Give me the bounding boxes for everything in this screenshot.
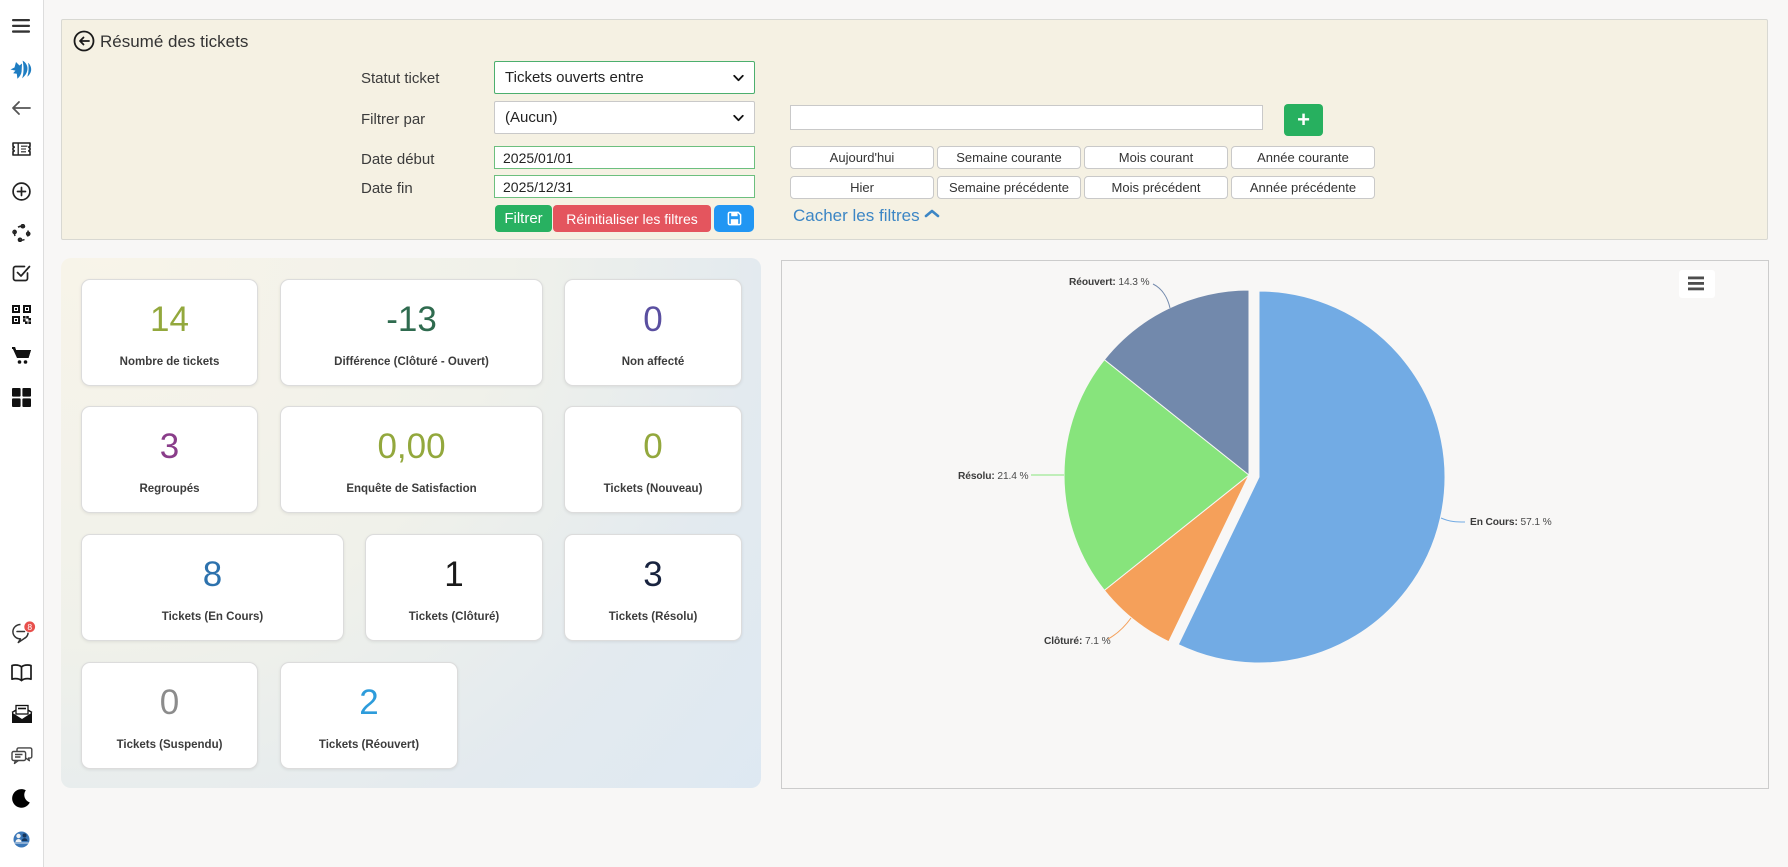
svg-text:8: 8 bbox=[27, 622, 32, 632]
